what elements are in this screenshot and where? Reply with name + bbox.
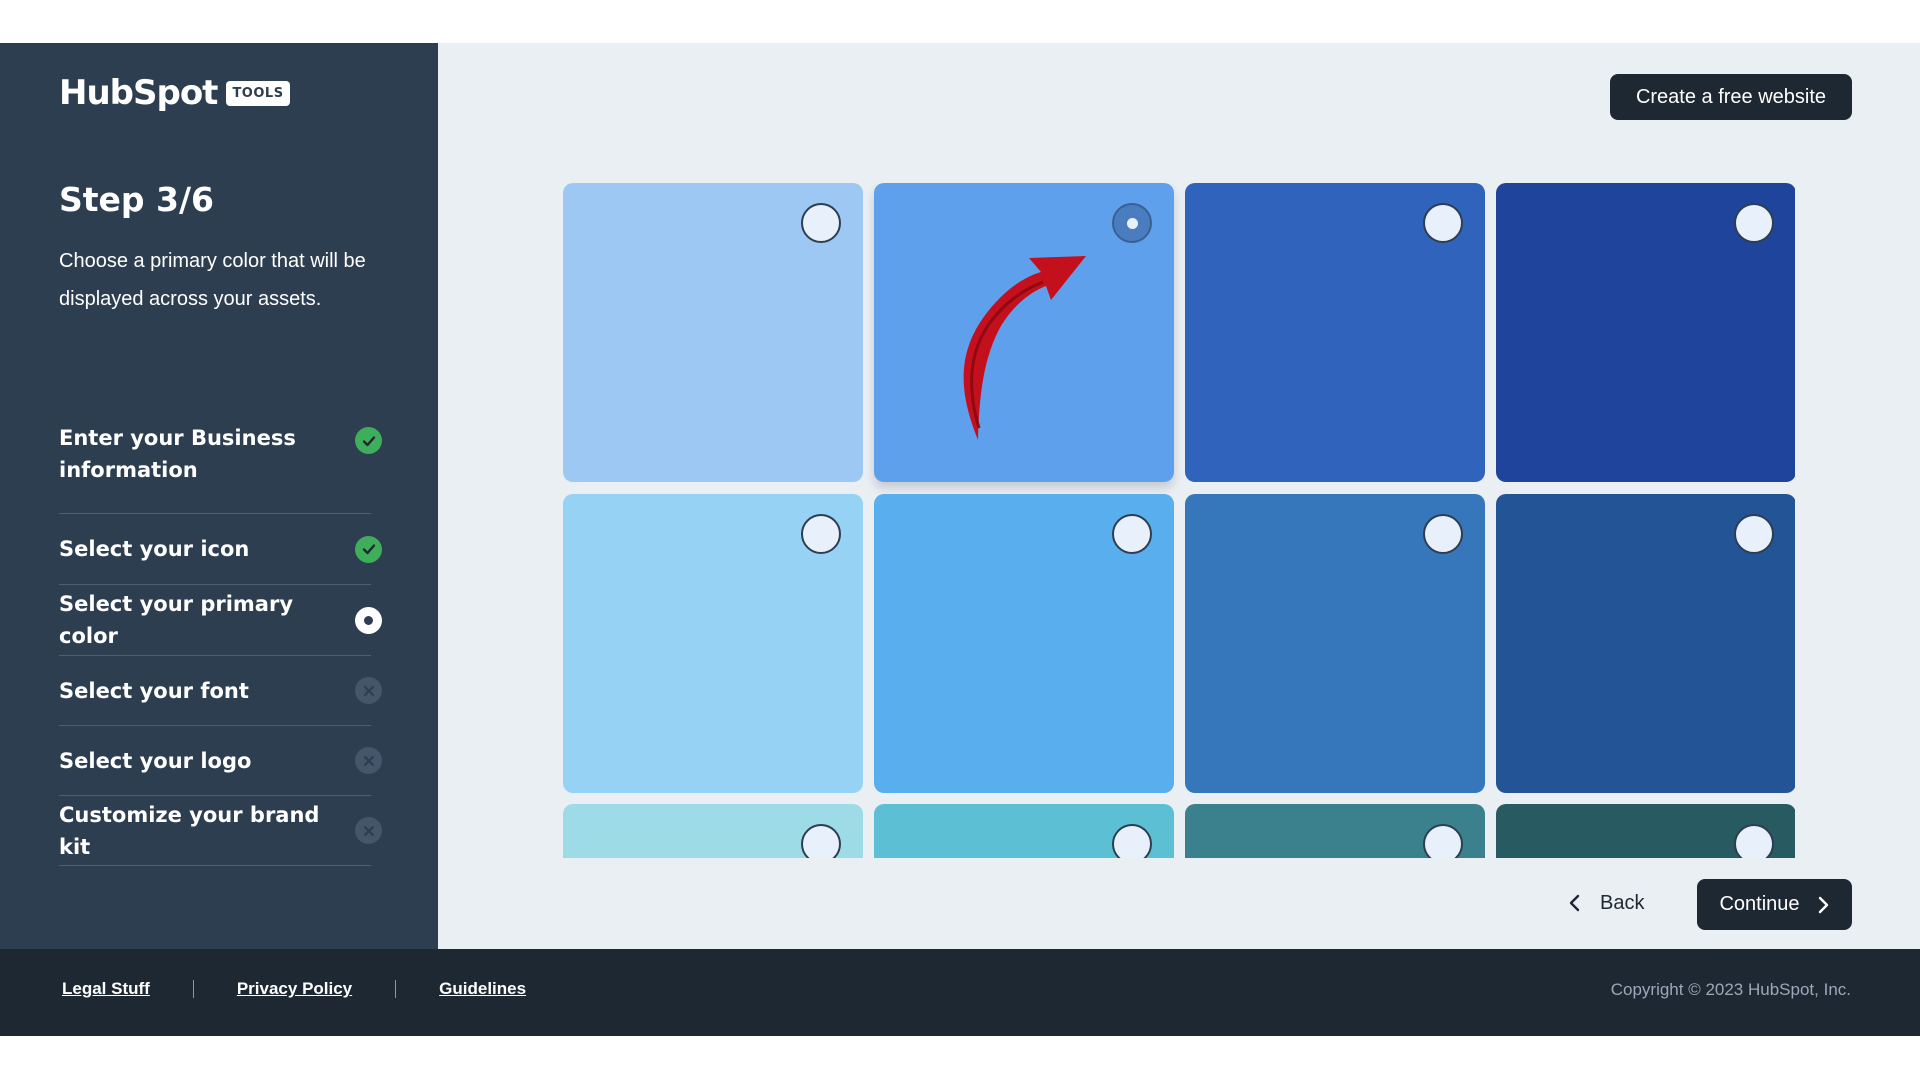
step-label: Select your logo — [59, 748, 252, 773]
color-swatch-10[interactable] — [874, 804, 1174, 858]
check-circle-icon — [355, 427, 382, 454]
chevron-left-icon — [1569, 894, 1580, 912]
swatch-radio[interactable] — [801, 824, 841, 858]
swatch-radio[interactable] — [1734, 514, 1774, 554]
step-description: Choose a primary color that will be disp… — [59, 250, 366, 310]
x-circle-icon — [355, 817, 382, 844]
step-item-business-info[interactable]: Enter your Business information — [59, 414, 382, 514]
swatch-radio[interactable] — [1112, 514, 1152, 554]
swatch-radio[interactable] — [1734, 824, 1774, 858]
swatch-radio[interactable] — [1734, 203, 1774, 243]
swatch-radio[interactable] — [1112, 824, 1152, 858]
footer-divider — [395, 980, 397, 998]
step-item-font[interactable]: Select your font — [59, 656, 382, 726]
color-swatch-4[interactable] — [1496, 183, 1795, 482]
color-swatch-5[interactable] — [563, 494, 863, 793]
sidebar: HubSpot TOOLS Step 3/6 Choose a primary … — [0, 43, 438, 949]
swatch-radio[interactable] — [1423, 514, 1463, 554]
step-item-brand-kit[interactable]: Customize your brand kit — [59, 796, 382, 866]
swatch-radio[interactable] — [801, 514, 841, 554]
check-circle-icon — [355, 535, 382, 563]
create-free-website-button[interactable]: Create a free website — [1610, 74, 1852, 120]
swatch-radio[interactable] — [801, 203, 841, 243]
step-list: Enter your Business information Select y… — [59, 414, 382, 866]
swatch-radio[interactable] — [1423, 203, 1463, 243]
swatch-radio[interactable] — [1423, 824, 1463, 858]
color-swatch-12[interactable] — [1496, 804, 1795, 858]
footer: Legal Stuff Privacy Policy Guidelines Co… — [0, 949, 1920, 1036]
tools-badge: TOOLS — [226, 80, 290, 106]
chevron-right-icon — [1818, 896, 1828, 913]
app-window: HubSpot TOOLS Step 3/6 Choose a primary … — [0, 43, 1920, 1036]
footer-links: Legal Stuff Privacy Policy Guidelines — [62, 979, 526, 999]
x-circle-icon — [355, 747, 382, 774]
color-swatch-7[interactable] — [1185, 494, 1485, 793]
x-circle-icon — [355, 677, 382, 704]
step-item-logo[interactable]: Select your logo — [59, 726, 382, 796]
swatch-radio-selected[interactable] — [1112, 203, 1152, 243]
color-swatch-2[interactable] — [874, 183, 1174, 482]
color-swatch-9[interactable] — [563, 804, 863, 858]
step-item-icon[interactable]: Select your icon — [59, 514, 382, 585]
step-label: Enter your Business information — [59, 425, 296, 482]
step-item-primary-color[interactable]: Select your primary color — [59, 585, 382, 656]
color-grid — [563, 183, 1795, 858]
step-label: Select your icon — [59, 537, 250, 561]
guidelines-link[interactable]: Guidelines — [439, 979, 526, 999]
step-title: Step 3/6 — [59, 180, 215, 219]
step-label: Select your primary color — [59, 592, 294, 648]
back-label: Back — [1600, 891, 1645, 914]
continue-button[interactable]: Continue — [1697, 879, 1852, 930]
color-swatch-3[interactable] — [1185, 183, 1485, 482]
continue-label: Continue — [1719, 893, 1800, 915]
color-swatch-6[interactable] — [874, 494, 1174, 793]
color-swatch-8[interactable] — [1496, 494, 1795, 793]
logo-wordmark: HubSpot — [59, 73, 218, 113]
hubspot-logo[interactable]: HubSpot TOOLS — [59, 76, 290, 110]
privacy-policy-link[interactable]: Privacy Policy — [237, 979, 352, 999]
step-label: Select your font — [59, 678, 249, 703]
main-panel: Create a free website Back Continue — [438, 43, 1920, 949]
current-step-icon — [355, 606, 382, 634]
step-label: Customize your brand kit — [59, 802, 320, 859]
color-swatch-1[interactable] — [563, 183, 863, 482]
legal-stuff-link[interactable]: Legal Stuff — [62, 979, 150, 999]
footer-divider — [192, 980, 194, 998]
color-swatch-11[interactable] — [1185, 804, 1485, 858]
copyright-text: Copyright © 2023 HubSpot, Inc. — [1610, 980, 1851, 999]
back-button[interactable]: Back — [1568, 878, 1644, 928]
